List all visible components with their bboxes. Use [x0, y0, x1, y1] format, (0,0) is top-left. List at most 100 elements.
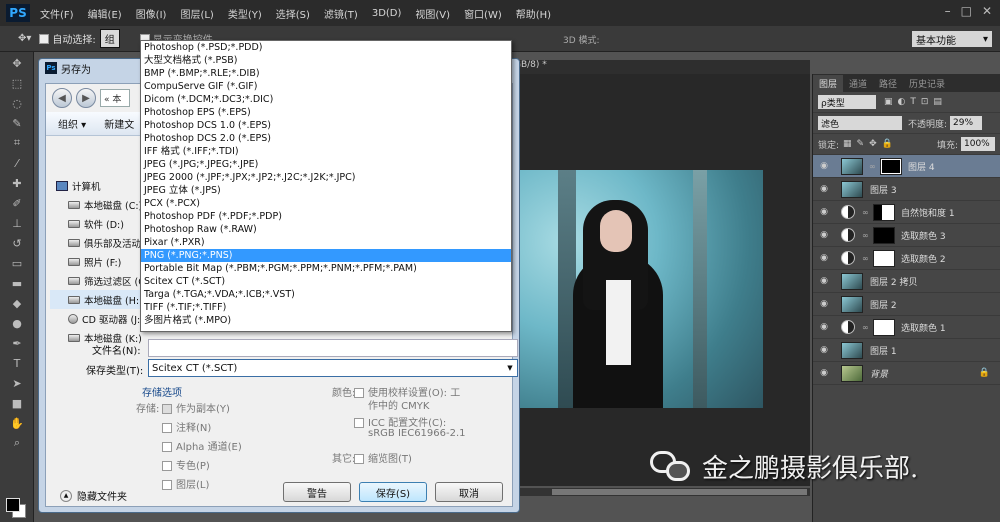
as-copy-option[interactable]: 作为副本(Y) [162, 400, 230, 415]
as-copy-checkbox[interactable] [162, 404, 172, 414]
layers-option[interactable]: 图层(L) [162, 476, 209, 491]
tab-paths[interactable]: 路径 [873, 75, 903, 92]
healing-tool-icon[interactable]: ✚ [6, 174, 28, 192]
link-icon[interactable]: ∞ [862, 208, 870, 217]
layer-mask-thumbnail[interactable] [873, 249, 895, 267]
minimize-icon[interactable]: – [945, 4, 951, 18]
layer-filter-select[interactable]: ρ类型 [818, 95, 876, 109]
filetype-option[interactable]: PNG (*.PNG;*.PNS) [141, 249, 511, 262]
filetype-option[interactable]: Targa (*.TGA;*.VDA;*.ICB;*.VST) [141, 288, 511, 301]
brush-tool-icon[interactable]: ✐ [6, 194, 28, 212]
pen-tool-icon[interactable]: ✒ [6, 334, 28, 352]
lock-icons[interactable]: ▦✎✥🔒 [843, 139, 898, 149]
link-icon[interactable]: ∞ [862, 254, 870, 263]
shape-tool-icon[interactable]: ■ [6, 394, 28, 412]
stamp-tool-icon[interactable]: ⊥ [6, 214, 28, 232]
filetype-option[interactable]: PCX (*.PCX) [141, 197, 511, 210]
filetype-option[interactable]: IFF 格式 (*.IFF;*.TDI) [141, 145, 511, 158]
layer-row[interactable]: ◉ ∞ 图层 4 [813, 155, 1000, 178]
marquee-tool-icon[interactable]: ⬚ [6, 74, 28, 92]
lasso-tool-icon[interactable]: ◌ [6, 94, 28, 112]
filetype-option[interactable]: Photoshop Raw (*.RAW) [141, 223, 511, 236]
filetype-option[interactable]: JPEG 立体 (*.JPS) [141, 184, 511, 197]
document-tab[interactable]: GB/8) * [510, 60, 810, 74]
alpha-option[interactable]: Alpha 通道(E) [162, 438, 242, 453]
workspace-select[interactable]: 基本功能 ▾ [912, 31, 992, 47]
layer-thumbnail[interactable] [841, 180, 863, 198]
filetype-select[interactable]: Scitex CT (*.SCT) ▼ [148, 359, 518, 377]
filetype-option[interactable]: Photoshop DCS 2.0 (*.EPS) [141, 132, 511, 145]
zoom-tool-icon[interactable]: ⌕ [6, 434, 28, 452]
folder-tree-item[interactable]: 俱乐部及活动 [50, 233, 146, 252]
menu-filter[interactable]: 滤镜(T) [324, 6, 358, 21]
eraser-tool-icon[interactable]: ▭ [6, 254, 28, 272]
auto-select-group-select[interactable]: 组 [99, 29, 120, 48]
folder-tree-item[interactable]: 筛选过滤区 (G:) [50, 271, 146, 290]
icc-checkbox[interactable] [354, 418, 364, 428]
folder-tree-item[interactable]: 计算机 [50, 176, 146, 195]
forward-icon[interactable]: ▶ [76, 88, 96, 108]
filetype-option[interactable]: Photoshop (*.PSD;*.PDD) [141, 41, 511, 54]
opacity-input[interactable]: 29% [950, 116, 983, 130]
layer-thumbnail[interactable] [841, 295, 863, 313]
thumbnail-option[interactable]: 缩览图(T) [354, 450, 412, 465]
visibility-eye-icon[interactable]: ◉ [813, 345, 835, 355]
auto-select-checkbox[interactable] [39, 33, 50, 44]
scrollbar-thumb[interactable] [552, 489, 807, 495]
menu-window[interactable]: 窗口(W) [464, 6, 502, 21]
organize-button[interactable]: 组织 ▾ [58, 116, 86, 131]
folder-tree-item[interactable]: 本地磁盘 (C:) [50, 195, 146, 214]
filetype-option[interactable]: Photoshop PDF (*.PDF;*.PDP) [141, 210, 511, 223]
tab-history[interactable]: 历史记录 [903, 75, 951, 92]
spot-checkbox[interactable] [162, 461, 172, 471]
layers-checkbox[interactable] [162, 480, 172, 490]
layer-row[interactable]: ◉ 背景 🔒 [813, 362, 1000, 385]
menu-view[interactable]: 视图(V) [415, 6, 450, 21]
quick-select-tool-icon[interactable]: ✎ [6, 114, 28, 132]
link-icon[interactable]: ∞ [862, 231, 870, 240]
visibility-eye-icon[interactable]: ◉ [813, 276, 835, 286]
layer-mask-thumbnail[interactable] [873, 226, 895, 244]
layer-row[interactable]: ◉ ∞ 选取颜色 2 [813, 247, 1000, 270]
layer-row[interactable]: ◉ ∞ 选取颜色 3 [813, 224, 1000, 247]
menu-file[interactable]: 文件(F) [40, 6, 74, 21]
folder-tree-item[interactable]: 本地磁盘 (H:) [50, 290, 146, 309]
link-icon[interactable]: ∞ [862, 323, 870, 332]
layer-row[interactable]: ◉ 图层 2 拷贝 [813, 270, 1000, 293]
visibility-eye-icon[interactable]: ◉ [813, 184, 835, 194]
menu-layer[interactable]: 图层(L) [180, 6, 213, 21]
eyedropper-tool-icon[interactable]: ⁄ [6, 154, 28, 172]
gradient-tool-icon[interactable]: ▬ [6, 274, 28, 292]
notes-checkbox[interactable] [162, 423, 172, 433]
tab-channels[interactable]: 通道 [843, 75, 873, 92]
filetype-option[interactable]: Portable Bit Map (*.PBM;*.PGM;*.PPM;*.PN… [141, 262, 511, 275]
use-proof-checkbox[interactable] [354, 388, 364, 398]
address-bar[interactable]: « 本 [100, 89, 130, 107]
foreground-color-swatch[interactable] [6, 498, 20, 512]
notes-option[interactable]: 注释(N) [162, 419, 211, 434]
visibility-eye-icon[interactable]: ◉ [813, 207, 835, 217]
filetype-option[interactable]: Photoshop DCS 1.0 (*.EPS) [141, 119, 511, 132]
layer-mask-thumbnail[interactable] [873, 203, 895, 221]
maximize-icon[interactable]: □ [961, 4, 972, 18]
history-brush-tool-icon[interactable]: ↺ [6, 234, 28, 252]
type-tool-icon[interactable]: T [6, 354, 28, 372]
layer-row[interactable]: ◉ ∞ 选取颜色 1 [813, 316, 1000, 339]
layer-row[interactable]: ◉ ∞ 自然饱和度 1 [813, 201, 1000, 224]
filetype-option[interactable]: TIFF (*.TIF;*.TIFF) [141, 301, 511, 314]
horizontal-scrollbar[interactable] [520, 488, 810, 496]
layer-thumbnail[interactable] [841, 341, 863, 359]
layer-mask-thumbnail[interactable] [873, 318, 895, 336]
filetype-option[interactable]: BMP (*.BMP;*.RLE;*.DIB) [141, 67, 511, 80]
crop-tool-icon[interactable]: ⌗ [6, 134, 28, 152]
folder-tree-item[interactable]: 照片 (F:) [50, 252, 146, 271]
filetype-option[interactable]: 大型文档格式 (*.PSB) [141, 54, 511, 67]
save-button[interactable]: 保存(S) [359, 482, 427, 502]
layer-row[interactable]: ◉ 图层 1 [813, 339, 1000, 362]
visibility-eye-icon[interactable]: ◉ [813, 299, 835, 309]
menu-image[interactable]: 图像(I) [136, 6, 167, 21]
layer-thumbnail[interactable] [841, 272, 863, 290]
icc-option[interactable]: ICC 配置文件(C): [354, 414, 446, 429]
cancel-button[interactable]: 取消 [435, 482, 503, 502]
warning-button[interactable]: 警告 [283, 482, 351, 502]
